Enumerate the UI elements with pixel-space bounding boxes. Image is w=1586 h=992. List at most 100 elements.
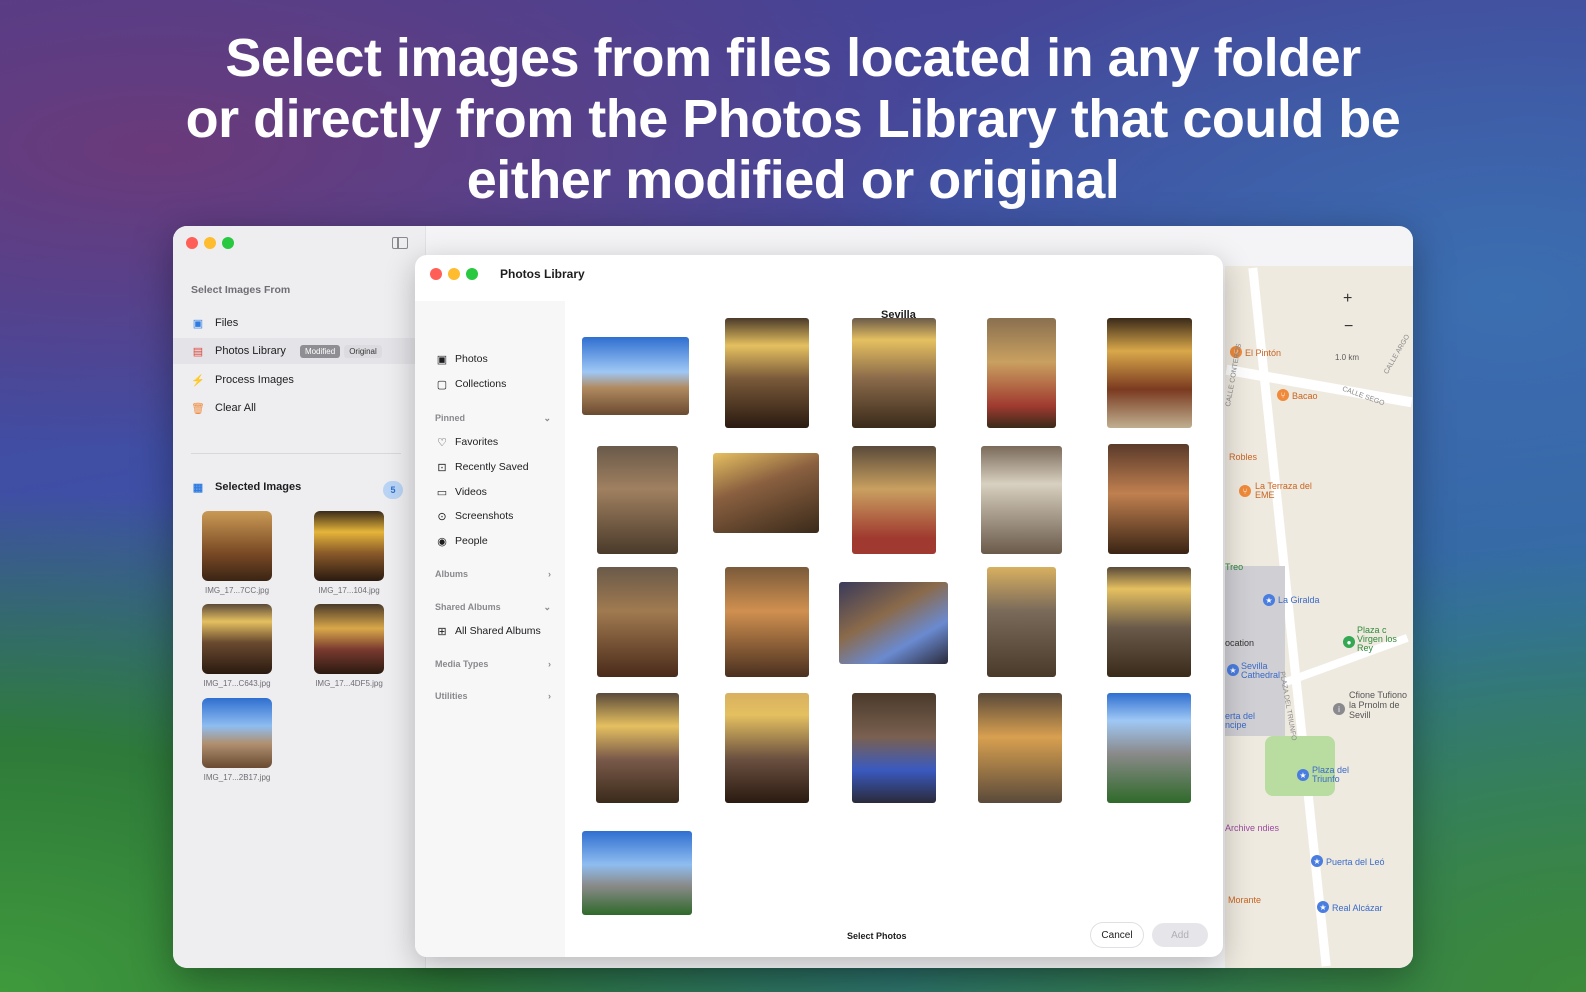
sidebar-item-all-shared-albums[interactable]: ⊞ All Shared Albums [435,622,540,640]
sidebar-item-files[interactable]: ▣ Files [191,312,238,334]
selected-image-thumb[interactable] [314,604,384,674]
map-label: Cfione Tufiono la Prnolm de Sevill [1349,690,1408,720]
photo-thumbnail[interactable] [1108,444,1189,554]
selected-image-thumb[interactable] [202,511,272,581]
selected-images-header: ▦ Selected Images [192,481,302,494]
photo-thumbnail[interactable] [978,693,1062,803]
photo-thumbnail[interactable] [981,446,1062,554]
sidebar-item-collections[interactable]: ▢ Collections [435,375,507,393]
photos-icon: ▣ [436,353,448,366]
person-icon: ◉ [437,535,447,548]
process-icon: ⚡ [191,374,205,387]
sidebar-item-process-images[interactable]: ⚡ Process Images [191,369,294,391]
select-images-from-label: Select Images From [191,284,291,296]
map-label: Morante [1228,895,1262,905]
close-button[interactable] [186,237,198,249]
minimize-button[interactable] [204,237,216,249]
sidebar-item-favorites[interactable]: ♡ Favorites [435,433,498,451]
photo-thumbnail[interactable] [987,567,1056,677]
info-icon: i [1333,703,1345,715]
photo-thumbnail[interactable] [725,567,809,677]
section-pinned[interactable]: Pinned ⌄ [435,413,551,424]
map-label: ocation [1225,638,1255,648]
app-sidebar: Select Images From ▣ Files ▤ Photos Libr… [173,226,573,968]
landmark-icon: ★ [1311,855,1323,867]
map-label: Sevilla Cathedral [1241,661,1281,680]
photo-thumbnail[interactable] [725,693,809,803]
selected-image-thumb[interactable] [314,511,384,581]
section-shared-albums[interactable]: Shared Albums ⌄ [435,602,551,613]
map-zoom-in[interactable]: + [1343,290,1352,308]
photos-library-icon: ▤ [192,345,204,358]
map-street-label: CALLE ARGO [1383,333,1412,376]
map-label: Robles [1229,452,1258,462]
sidebar-item-videos[interactable]: ▭ Videos [435,483,487,501]
map-scale: 1.0 km [1335,353,1360,362]
restaurant-icon: ⑂ [1277,389,1289,401]
map-label: La Giralda [1278,595,1320,605]
photo-thumbnail[interactable] [582,831,692,915]
selected-count-badge: 5 [383,481,403,499]
photo-thumbnail[interactable] [1107,318,1192,428]
map-label: Archive ndies [1225,823,1280,833]
photo-thumbnail[interactable] [1107,567,1191,677]
photo-thumbnail[interactable] [597,446,678,554]
photo-thumbnail[interactable] [713,453,819,533]
zoom-button[interactable] [222,237,234,249]
selected-image-thumb[interactable] [202,604,272,674]
sidebar-item-clear-all[interactable]: 🗑 Clear All [191,397,256,419]
sidebar-item-screenshots[interactable]: ⊙ Screenshots [435,507,513,525]
map-zoom-out[interactable]: − [1344,318,1353,336]
section-utilities[interactable]: Utilities › [435,691,551,701]
map-view[interactable]: + − 1.0 km ⑂ El Pintón ⑂ Bacao Robles ⑂ … [1225,266,1413,968]
sidebar-toggle-icon[interactable] [392,237,408,249]
landmark-icon: ● [1343,636,1355,648]
photos-sidebar: ▣ Photos ▢ Collections Pinned ⌄ ♡ Favorites … [415,301,565,957]
photo-thumbnail[interactable] [725,318,809,428]
map-label: Plaza del Triunfo [1312,765,1350,784]
recently-saved-icon: ⊡ [437,461,447,474]
map-label: La Terraza del EME [1255,481,1312,500]
modified-toggle[interactable]: Modified [299,344,341,358]
selected-image-name: IMG_17...7CC.jpg [204,586,270,595]
dialog-zoom-button[interactable] [466,268,478,280]
chevron-down-icon: ⌄ [543,413,551,423]
sidebar-item-recently-saved[interactable]: ⊡ Recently Saved [435,458,528,476]
photo-thumbnail[interactable] [596,693,679,803]
section-albums[interactable]: Albums › [435,569,551,579]
map-label: Treo [1225,562,1244,572]
landmark-icon: ★ [1263,594,1275,606]
cancel-button[interactable]: Cancel [1091,923,1143,947]
add-button[interactable]: Add [1152,923,1208,947]
dialog-close-button[interactable] [430,268,442,280]
sidebar-item-people[interactable]: ◉ People [435,532,488,550]
chevron-right-icon: › [548,659,551,669]
landmark-icon: ★ [1317,901,1329,913]
photo-thumbnail[interactable] [1107,693,1191,803]
headline-line-3: either modified or original [466,150,1120,210]
original-toggle[interactable]: Original [344,344,382,358]
sidebar-item-photos-library[interactable]: ▤ Photos Library Modified Original [191,340,382,362]
photo-thumbnail[interactable] [839,582,948,664]
dialog-minimize-button[interactable] [448,268,460,280]
photo-thumbnail[interactable] [597,567,678,677]
sidebar-item-photos[interactable]: ▣ Photos [435,350,488,368]
photos-library-dialog: Photos Library ▣ Photos ▢ Collections Pinn… [415,255,1223,957]
selected-image-thumb[interactable] [202,698,272,768]
photo-thumbnail[interactable] [582,337,689,415]
selected-image-name: IMG_17...C643.jpg [203,679,271,688]
photo-thumbnail[interactable] [852,693,936,803]
chevron-right-icon: › [548,691,551,701]
headline-line-2: or directly from the Photos Library that… [185,89,1401,149]
collections-icon: ▢ [436,378,448,391]
map-label: Real Alcázar [1332,903,1383,913]
landmark-icon: ★ [1227,664,1239,676]
photo-thumbnail[interactable] [987,318,1056,428]
photo-thumbnail[interactable] [852,318,936,428]
heart-icon: ♡ [437,436,447,449]
photos-stack-icon: ▦ [192,481,204,494]
photo-thumbnail[interactable] [852,446,936,554]
map-label: erta del ncipe [1225,711,1256,730]
section-media-types[interactable]: Media Types › [435,659,551,669]
selected-image-name: IMG_17...4DF5.jpg [315,679,383,688]
